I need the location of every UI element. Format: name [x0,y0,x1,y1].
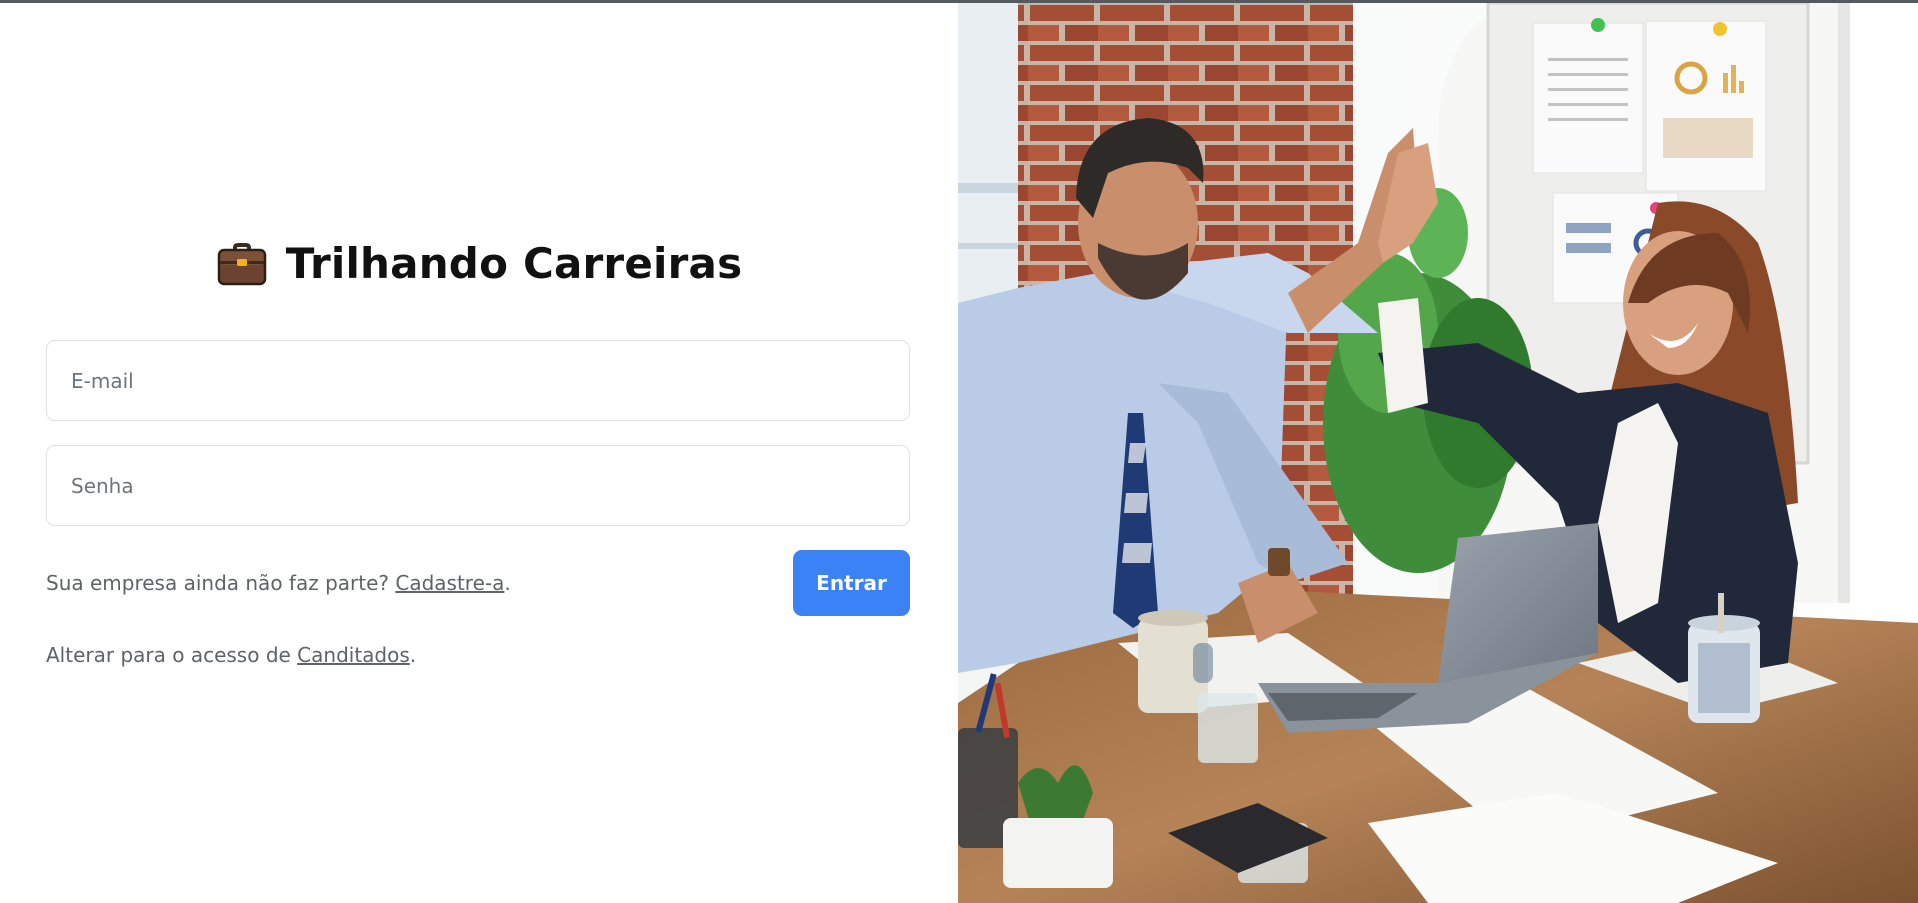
login-panel: Trilhando Carreiras Sua empresa ainda nã… [0,3,958,903]
login-button[interactable]: Entrar [793,550,910,616]
signup-prompt-period: . [504,571,511,595]
brand-header: Trilhando Carreiras [0,237,958,289]
switch-access-prompt: Alterar para o acesso de Canditados. [46,643,416,667]
signup-prompt: Sua empresa ainda não faz parte? Cadastr… [46,571,511,595]
signup-prompt-text: Sua empresa ainda não faz parte? [46,571,396,595]
switch-access-text: Alterar para o acesso de [46,643,298,667]
candidates-access-link[interactable]: Canditados [297,643,410,667]
switch-access-period: . [409,643,417,667]
briefcase-icon [217,243,266,286]
hero-photo-panel [958,3,1918,903]
password-input[interactable] [46,445,910,526]
signup-link[interactable]: Cadastre-a [395,571,504,595]
app-title: Trilhando Carreiras [285,238,743,288]
office-team-high-five-photo [958,3,1918,903]
email-input[interactable] [46,340,910,421]
login-page: Trilhando Carreiras Sua empresa ainda nã… [0,3,1918,903]
